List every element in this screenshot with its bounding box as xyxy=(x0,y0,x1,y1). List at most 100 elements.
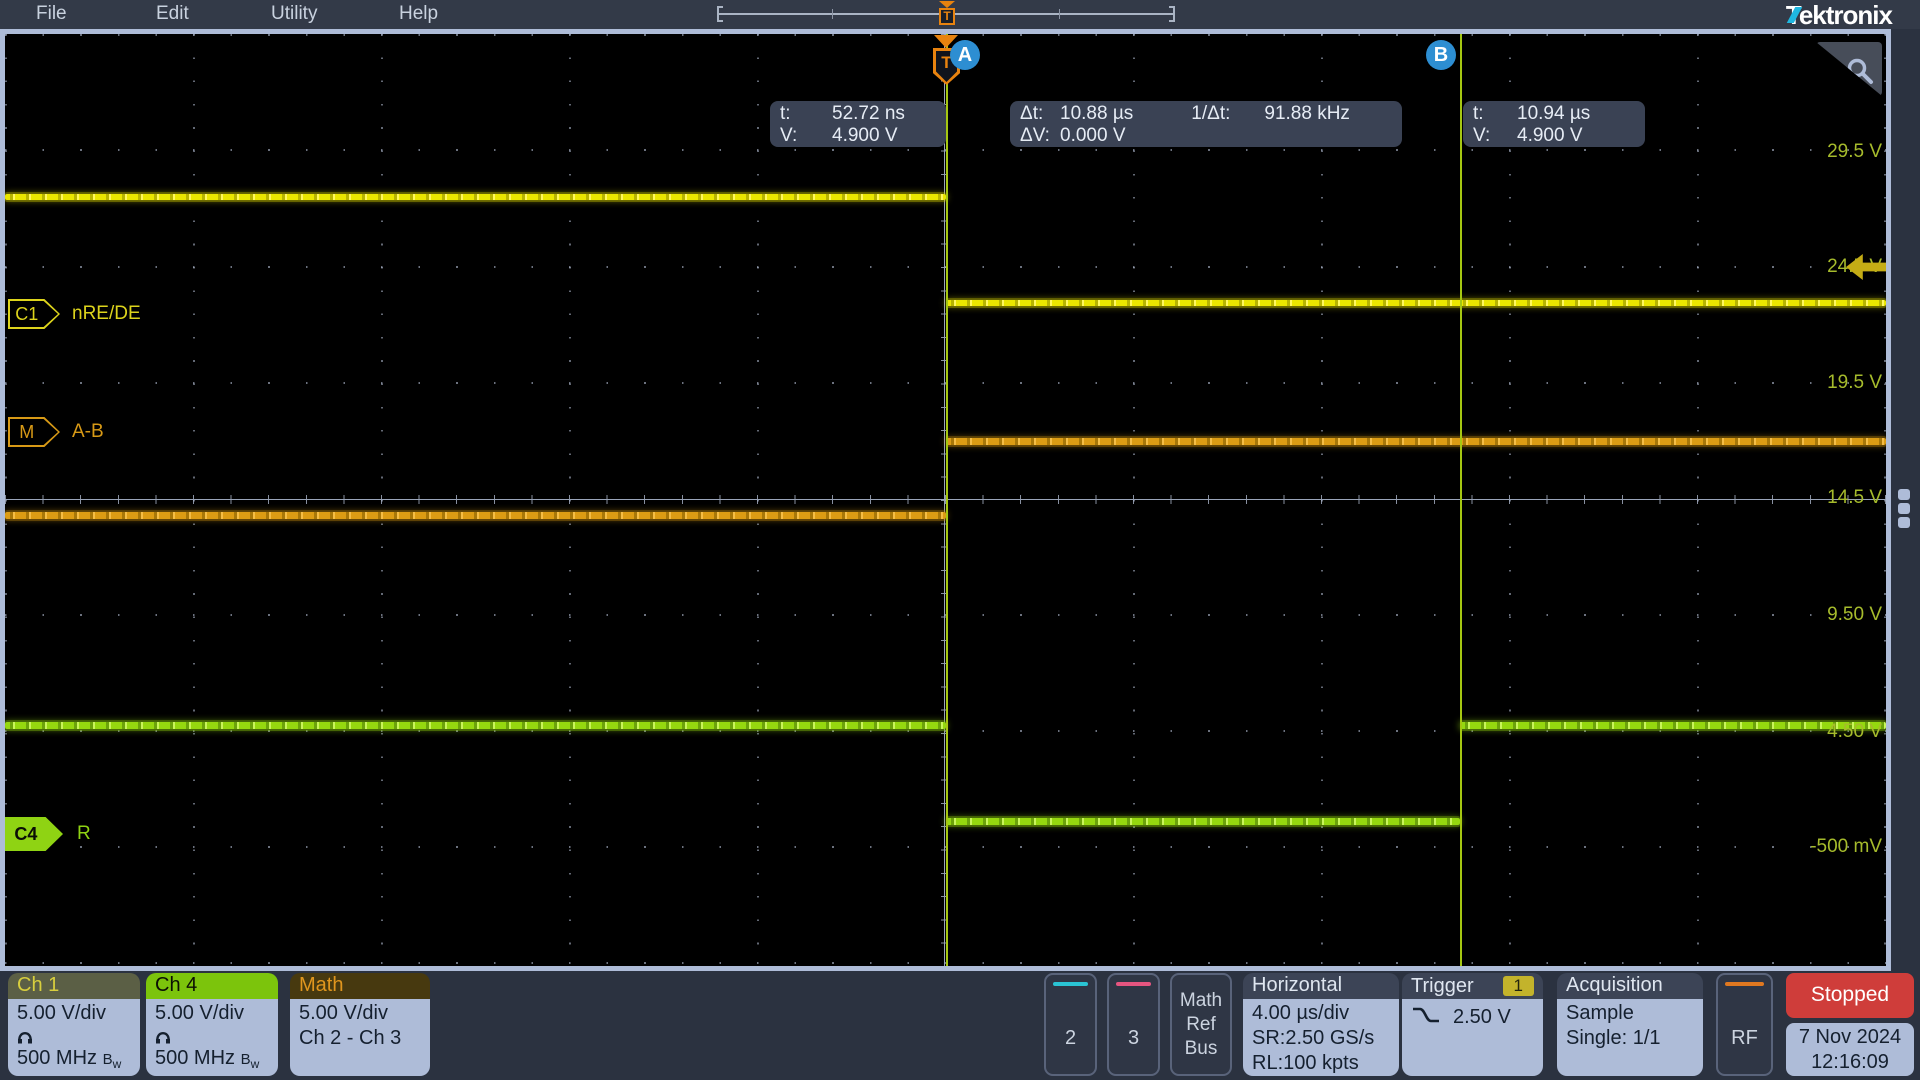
horizontal-panel[interactable]: Horizontal 4.00 µs/div SR:2.50 GS/s RL:1… xyxy=(1243,973,1399,1076)
math-trace-high xyxy=(946,438,1886,445)
slider-left-bracket xyxy=(717,6,723,22)
ch1-vdiv: 5.00 V/div xyxy=(17,1001,131,1026)
scale-label-19-5v: 19.5 V xyxy=(1772,372,1882,394)
acquisition-single: Single: 1/1 xyxy=(1566,1026,1694,1051)
cursor-b-handle[interactable]: B xyxy=(1426,40,1456,70)
menu-utility[interactable]: Utility xyxy=(271,3,317,25)
trigger-panel[interactable]: Trigger 1 2.50 V xyxy=(1402,973,1543,1076)
c4-signal-name: R xyxy=(77,823,91,845)
trigger-panel-title: Trigger xyxy=(1411,975,1474,998)
acquisition-panel-title: Acquisition xyxy=(1557,973,1703,999)
menu-bar: File Edit Utility Help T Tektronix xyxy=(0,0,1920,29)
ch4-bw-b: B xyxy=(241,1051,251,1068)
acquisition-mode: Sample xyxy=(1566,1001,1694,1026)
inv-delta-t-value: 91.88 kHz xyxy=(1264,103,1350,125)
acquisition-panel[interactable]: Acquisition Sample Single: 1/1 xyxy=(1557,973,1703,1076)
ch1-trace-low xyxy=(946,300,1886,306)
menu-edit[interactable]: Edit xyxy=(156,3,189,25)
time-text: 12:16:09 xyxy=(1786,1050,1914,1075)
ch4-trace-low xyxy=(946,818,1460,825)
trigger-t-icon: T xyxy=(939,8,955,25)
cursor-b-t-label: t: xyxy=(1473,103,1505,125)
cursor-b-line[interactable] xyxy=(1460,34,1462,966)
sr-label: SR: xyxy=(1252,1027,1285,1049)
ch1-probe-row xyxy=(17,1026,131,1046)
c4-badge-label: C4 xyxy=(5,817,47,851)
slider-right-bracket xyxy=(1169,6,1175,22)
slider-tick xyxy=(832,9,833,19)
cursor-delta-readout: Δt: 10.88 µs 1/Δt: 91.88 kHz ΔV: 0.000 V xyxy=(1010,101,1402,147)
ch3-color-bar xyxy=(1116,982,1151,986)
zoom-corner-button[interactable] xyxy=(1816,42,1882,96)
falling-edge-icon xyxy=(1411,1005,1441,1027)
mrb-math-label: Math xyxy=(1172,989,1230,1013)
ch4-probe-row xyxy=(155,1026,269,1046)
math-source: Ch 2 - Ch 3 xyxy=(299,1026,421,1051)
probe-icon xyxy=(17,1029,34,1044)
math-trace-low xyxy=(5,512,946,519)
mrb-ref-label: Ref xyxy=(1172,1013,1230,1037)
channel-badge-c4[interactable]: C4 xyxy=(5,817,63,851)
math-ref-bus-button[interactable]: Math Ref Bus xyxy=(1170,973,1232,1076)
ch1-bandwidth: 500 MHz xyxy=(17,1047,97,1069)
tektronix-logo: Tektronix xyxy=(1786,0,1892,31)
delta-v-label: ΔV: xyxy=(1020,125,1060,147)
cursor-a-readout: t: 52.72 ns V: 4.900 V xyxy=(770,101,946,147)
channel-badge-math[interactable]: M xyxy=(8,417,60,447)
ch1-badge[interactable]: Ch 1 5.00 V/div 500 MHz Bw xyxy=(8,973,140,1076)
math-badge[interactable]: Math 5.00 V/div Ch 2 - Ch 3 xyxy=(290,973,430,1076)
ch1-bw-b: B xyxy=(103,1051,113,1068)
trigger-level: 2.50 V xyxy=(1453,1005,1511,1030)
cursor-a-line[interactable] xyxy=(946,34,948,966)
ch2-button[interactable]: 2 xyxy=(1044,973,1097,1076)
graticule: T A B t: 52.72 ns V: 4.900 V Δt: 10.88 µ… xyxy=(5,34,1886,966)
trigger-source-badge: 1 xyxy=(1503,976,1534,996)
drag-dot xyxy=(1898,489,1910,500)
ch2-button-label: 2 xyxy=(1046,1027,1095,1050)
rl-label: RL: xyxy=(1252,1052,1283,1074)
c1-signal-name: nRE/DE xyxy=(72,303,141,325)
delta-v-value: 0.000 V xyxy=(1060,125,1126,147)
delta-t-value: 10.88 µs xyxy=(1060,103,1133,125)
slider-tick xyxy=(1059,9,1060,19)
side-panel-drag-handle[interactable] xyxy=(1898,489,1912,531)
math-badge-title: Math xyxy=(290,973,430,999)
horizontal-scale: 4.00 µs/div xyxy=(1252,1001,1390,1026)
drag-dot xyxy=(1898,517,1910,528)
ch1-trace-high xyxy=(5,194,946,200)
ch4-vdiv: 5.00 V/div xyxy=(155,1001,269,1026)
delta-t-label: Δt: xyxy=(1020,103,1060,125)
horizontal-panel-title: Horizontal xyxy=(1243,973,1399,999)
waveform-frame: T A B t: 52.72 ns V: 4.900 V Δt: 10.88 µ… xyxy=(0,29,1891,971)
ch4-bw-w: w xyxy=(251,1057,260,1071)
magnifier-icon xyxy=(1844,56,1876,88)
rl-value: 100 kpts xyxy=(1283,1052,1359,1074)
oscilloscope-app: File Edit Utility Help T Tektronix xyxy=(0,0,1920,1080)
ch2-color-bar xyxy=(1053,982,1088,986)
cursor-a-handle[interactable]: A xyxy=(950,40,980,70)
cursor-a-v-label: V: xyxy=(780,125,812,147)
ch4-bandwidth: 500 MHz xyxy=(155,1047,235,1069)
scale-label-14-5v: 14.5 V xyxy=(1772,487,1882,509)
ch4-badge-title: Ch 4 xyxy=(146,973,278,999)
menu-help[interactable]: Help xyxy=(399,3,438,25)
sr-value: 2.50 GS/s xyxy=(1285,1027,1374,1049)
scale-label-m500mv: -500 mV xyxy=(1772,836,1882,858)
math-signal-name: A-B xyxy=(72,421,104,443)
cursor-a-t-value: 52.72 ns xyxy=(832,103,905,125)
scale-label-4-50v: 4.50 V xyxy=(1772,721,1882,743)
rf-button-label: RF xyxy=(1718,1027,1771,1050)
center-vertical-axis xyxy=(944,34,945,966)
rf-button[interactable]: RF xyxy=(1716,973,1773,1076)
ch4-badge[interactable]: Ch 4 5.00 V/div 500 MHz Bw xyxy=(146,973,278,1076)
ch3-button[interactable]: 3 xyxy=(1107,973,1160,1076)
scale-label-9-50v: 9.50 V xyxy=(1772,604,1882,626)
math-vdiv: 5.00 V/div xyxy=(299,1001,421,1026)
channel-badge-c1[interactable]: C1 xyxy=(8,299,60,329)
menu-file[interactable]: File xyxy=(36,3,67,25)
slider-trigger-position-marker[interactable]: T xyxy=(938,1,956,27)
date-text: 7 Nov 2024 xyxy=(1786,1025,1914,1050)
ch3-button-label: 3 xyxy=(1109,1027,1158,1050)
run-state-indicator: Stopped xyxy=(1786,973,1914,1018)
drag-dot xyxy=(1898,503,1910,514)
